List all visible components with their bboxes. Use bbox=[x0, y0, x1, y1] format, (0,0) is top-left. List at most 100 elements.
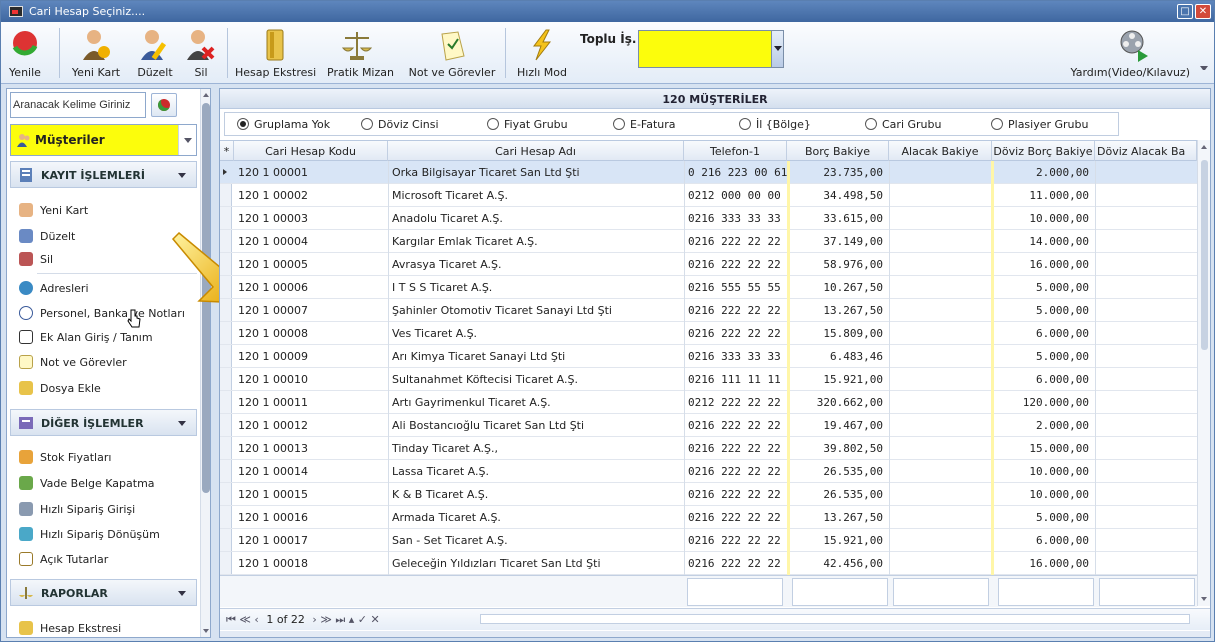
cell-debit-balance[interactable]: 15.921,00 bbox=[787, 368, 889, 390]
refresh-button[interactable]: Yenile bbox=[5, 26, 45, 82]
first-page-button[interactable]: ⏮ bbox=[226, 613, 236, 626]
help-video-guide-button[interactable]: Yardım(Video/Kılavuz) bbox=[1040, 26, 1190, 82]
cell-credit-balance[interactable] bbox=[889, 483, 992, 505]
cell-debit-balance[interactable]: 26.535,00 bbox=[787, 460, 889, 482]
cell-account-name[interactable]: Geleceğin Yıldızları Ticaret San Ltd Şti bbox=[388, 552, 684, 574]
cell-fx-debit-balance[interactable]: 14.000,00 bbox=[992, 230, 1095, 252]
cell-account-code[interactable]: 120 1 00014 bbox=[234, 460, 388, 482]
cell-debit-balance[interactable]: 15.809,00 bbox=[787, 322, 889, 344]
section-kayit-islemleri[interactable]: KAYIT İŞLEMLERİ bbox=[10, 161, 197, 188]
cell-debit-balance[interactable]: 26.535,00 bbox=[787, 483, 889, 505]
cell-account-name[interactable]: Kargılar Emlak Ticaret A.Ş. bbox=[388, 230, 684, 252]
cell-fx-debit-balance[interactable]: 6.000,00 bbox=[992, 322, 1095, 344]
table-row[interactable]: 120 1 00011 Artı Gayrimenkul Ticaret A.Ş.… bbox=[220, 391, 1197, 414]
table-row[interactable]: 120 1 00014 Lassa Ticaret A.Ş. 0216 222 22… bbox=[220, 460, 1197, 483]
cell-account-name[interactable]: I T S S Ticaret A.Ş. bbox=[388, 276, 684, 298]
chevron-down-icon[interactable] bbox=[178, 125, 196, 155]
cell-debit-balance[interactable]: 33.615,00 bbox=[787, 207, 889, 229]
toolbar-overflow-icon[interactable] bbox=[1200, 66, 1208, 72]
cell-phone[interactable]: 0216 222 22 22 bbox=[684, 506, 787, 528]
cell-credit-balance[interactable] bbox=[889, 207, 992, 229]
cell-fx-debit-balance[interactable]: 16.000,00 bbox=[992, 552, 1095, 574]
grouping-province-radio[interactable]: İl {Bölge} bbox=[739, 118, 811, 131]
sidebar-item-acik-tutarlar[interactable]: Açık Tutarlar bbox=[10, 548, 197, 570]
cell-account-code[interactable]: 120 1 00005 bbox=[234, 253, 388, 275]
group-select[interactable]: Müşteriler bbox=[10, 124, 197, 156]
cell-phone[interactable]: 0216 222 22 22 bbox=[684, 414, 787, 436]
cell-fx-debit-balance[interactable]: 15.000,00 bbox=[992, 437, 1095, 459]
cell-phone[interactable]: 0212 222 22 22 bbox=[684, 391, 787, 413]
sidebar-item-ek-alan[interactable]: Ek Alan Giriş / Tanım bbox=[10, 326, 197, 348]
cell-debit-balance[interactable]: 10.267,50 bbox=[787, 276, 889, 298]
grouping-salesperson-radio[interactable]: Plasiyer Grubu bbox=[991, 118, 1089, 131]
table-row[interactable]: 120 1 00010 Sultanahmet Köftecisi Ticaret… bbox=[220, 368, 1197, 391]
cell-debit-balance[interactable]: 13.267,50 bbox=[787, 299, 889, 321]
column-header-fx-credit-balance[interactable]: Döviz Alacak Ba bbox=[1095, 141, 1197, 161]
notes-tasks-button[interactable]: Not ve Görevler bbox=[407, 26, 497, 82]
grouping-price-group-radio[interactable]: Fiyat Grubu bbox=[487, 118, 568, 131]
chevron-down-icon[interactable] bbox=[178, 591, 186, 596]
cell-credit-balance[interactable] bbox=[889, 460, 992, 482]
sidebar-item-hesap-ekstresi[interactable]: Hesap Ekstresi bbox=[10, 617, 197, 637]
cell-debit-balance[interactable]: 320.662,00 bbox=[787, 391, 889, 413]
table-row[interactable]: 120 1 00001 Orka Bilgisayar Ticaret San L… bbox=[220, 161, 1197, 184]
cell-account-code[interactable]: 120 1 00013 bbox=[234, 437, 388, 459]
grouping-efatura-radio[interactable]: E-Fatura bbox=[613, 118, 676, 131]
table-row[interactable]: 120 1 00017 San - Set Ticaret A.Ş. 0216 22… bbox=[220, 529, 1197, 552]
grouping-none-radio[interactable]: Gruplama Yok bbox=[237, 118, 330, 131]
cell-fx-debit-balance[interactable]: 10.000,00 bbox=[992, 460, 1095, 482]
cell-fx-debit-balance[interactable]: 5.000,00 bbox=[992, 345, 1095, 367]
cell-phone[interactable]: 0216 222 22 22 bbox=[684, 552, 787, 574]
grid-horizontal-scrollbar[interactable] bbox=[480, 614, 1190, 624]
table-row[interactable]: 120 1 00012 Ali Bostancıoğlu Ticaret San … bbox=[220, 414, 1197, 437]
table-row[interactable]: 120 1 00005 Avrasya Ticaret A.Ş. 0216 222 … bbox=[220, 253, 1197, 276]
cell-phone[interactable]: 0216 222 22 22 bbox=[684, 529, 787, 551]
cell-account-code[interactable]: 120 1 00009 bbox=[234, 345, 388, 367]
cell-credit-balance[interactable] bbox=[889, 253, 992, 275]
cell-debit-balance[interactable]: 42.456,00 bbox=[787, 552, 889, 574]
cell-account-name[interactable]: Şahinler Otomotiv Ticaret Sanayi Ltd Şti bbox=[388, 299, 684, 321]
cell-fx-debit-balance[interactable]: 5.000,00 bbox=[992, 276, 1095, 298]
cell-debit-balance[interactable]: 39.802,50 bbox=[787, 437, 889, 459]
cell-debit-balance[interactable]: 58.976,00 bbox=[787, 253, 889, 275]
cell-phone[interactable]: 0216 222 22 22 bbox=[684, 322, 787, 344]
cell-fx-debit-balance[interactable]: 10.000,00 bbox=[992, 483, 1095, 505]
scroll-thumb[interactable] bbox=[1201, 160, 1208, 350]
chevron-down-icon[interactable] bbox=[178, 421, 186, 426]
cell-credit-balance[interactable] bbox=[889, 322, 992, 344]
cancel-record-button[interactable]: ✕ bbox=[371, 613, 380, 626]
next-record-button[interactable]: › bbox=[312, 613, 316, 626]
cell-fx-debit-balance[interactable]: 10.000,00 bbox=[992, 207, 1095, 229]
cell-fx-debit-balance[interactable]: 11.000,00 bbox=[992, 184, 1095, 206]
cell-fx-debit-balance[interactable]: 6.000,00 bbox=[992, 368, 1095, 390]
cell-phone[interactable]: 0216 222 22 22 bbox=[684, 437, 787, 459]
cell-credit-balance[interactable] bbox=[889, 414, 992, 436]
prev-record-button[interactable]: ‹ bbox=[254, 613, 258, 626]
cell-account-code[interactable]: 120 1 00007 bbox=[234, 299, 388, 321]
cell-debit-balance[interactable]: 37.149,00 bbox=[787, 230, 889, 252]
cell-phone[interactable]: 0216 333 33 33 bbox=[684, 345, 787, 367]
cell-account-name[interactable]: K & B Ticaret A.Ş. bbox=[388, 483, 684, 505]
edit-button[interactable]: Düzelt bbox=[131, 26, 179, 82]
save-record-button[interactable]: ✓ bbox=[358, 613, 367, 626]
cell-credit-balance[interactable] bbox=[889, 184, 992, 206]
bulk-action-dropdown[interactable] bbox=[638, 30, 784, 68]
cell-phone[interactable]: 0 216 223 00 61 bbox=[684, 161, 787, 183]
cell-account-code[interactable]: 120 1 00012 bbox=[234, 414, 388, 436]
cell-debit-balance[interactable]: 6.483,46 bbox=[787, 345, 889, 367]
insert-record-button[interactable]: ▴ bbox=[349, 613, 355, 626]
cell-phone[interactable]: 0216 222 22 22 bbox=[684, 460, 787, 482]
table-row[interactable]: 120 1 00002 Microsoft Ticaret A.Ş. 0212 00… bbox=[220, 184, 1197, 207]
cell-account-name[interactable]: Microsoft Ticaret A.Ş. bbox=[388, 184, 684, 206]
cell-credit-balance[interactable] bbox=[889, 276, 992, 298]
cell-account-name[interactable]: Avrasya Ticaret A.Ş. bbox=[388, 253, 684, 275]
grid-vertical-scrollbar[interactable] bbox=[1197, 140, 1210, 606]
cell-account-name[interactable]: Tinday Ticaret A.Ş., bbox=[388, 437, 684, 459]
column-header-credit-balance[interactable]: Alacak Bakiye bbox=[889, 141, 992, 161]
cell-debit-balance[interactable]: 13.267,50 bbox=[787, 506, 889, 528]
cell-credit-balance[interactable] bbox=[889, 299, 992, 321]
delete-button[interactable]: Sil bbox=[183, 26, 219, 82]
cell-fx-debit-balance[interactable]: 5.000,00 bbox=[992, 506, 1095, 528]
cell-credit-balance[interactable] bbox=[889, 368, 992, 390]
sidebar-item-dosya-ekle[interactable]: Dosya Ekle bbox=[10, 377, 197, 399]
